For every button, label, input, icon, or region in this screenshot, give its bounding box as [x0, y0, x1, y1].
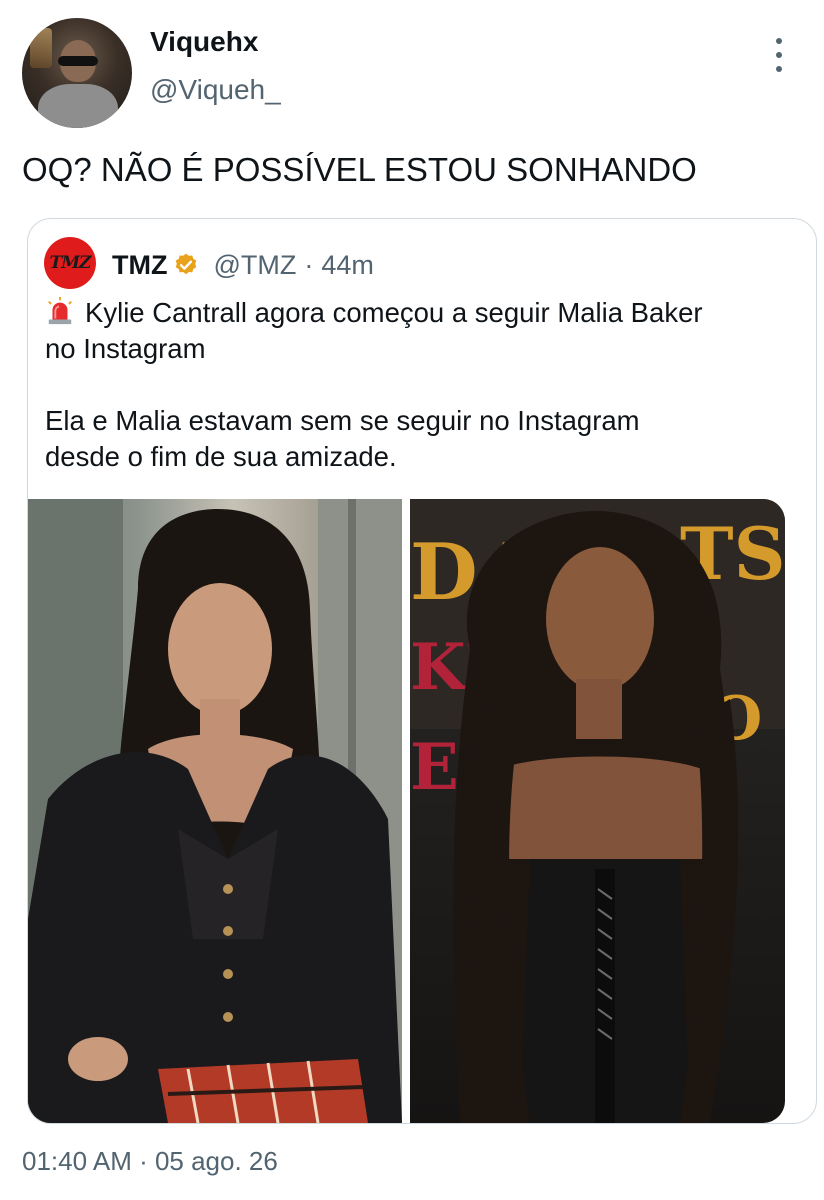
- more-dot: [776, 38, 782, 44]
- photo-right-illustration: DA TS KE E O: [410, 499, 785, 1123]
- quoted-text-line: Kylie Cantrall agora começou a seguir Ma…: [45, 295, 805, 331]
- avatar-body: [38, 84, 118, 128]
- police-siren-icon: [48, 296, 72, 325]
- quoted-media: DA TS KE E O: [28, 499, 785, 1123]
- photo-malia-baker[interactable]: DA TS KE E O: [410, 499, 785, 1123]
- quoted-tweet-text: Kylie Cantrall agora começou a seguir Ma…: [45, 295, 805, 475]
- avatar-glasses: [58, 56, 98, 66]
- avatar-background: [30, 28, 52, 68]
- tweet-timestamp[interactable]: 01:40 AM · 05 ago. 26: [22, 1146, 278, 1177]
- quoted-author-handle[interactable]: @TMZ: [213, 250, 296, 281]
- quoted-author-name[interactable]: TMZ: [112, 250, 167, 281]
- more-vertical-icon[interactable]: [764, 38, 794, 72]
- quoted-text-line-4: desde o fim de sua amizade.: [45, 441, 397, 472]
- photo-left-illustration: [28, 499, 402, 1123]
- header-separator: ·: [304, 249, 314, 280]
- quoted-tweet-header: TMZ @TMZ · 44m: [112, 247, 374, 283]
- user-avatar[interactable]: [22, 18, 132, 128]
- tweet: Viquehx @Viqueh_ OQ? NÃO É POSSÍVEL ESTO…: [0, 0, 824, 1200]
- tweet-text: OQ? NÃO É POSSÍVEL ESTOU SONHANDO: [22, 151, 697, 188]
- author-display-name[interactable]: Viquehx: [150, 26, 258, 58]
- more-dot: [776, 52, 782, 58]
- svg-text:E: E: [410, 730, 459, 805]
- quoted-text-line-2: no Instagram: [45, 333, 206, 364]
- verified-badge-icon: [176, 253, 197, 275]
- quoted-text-line-3: Ela e Malia estavam sem se seguir no Ins…: [45, 405, 640, 436]
- photo-kylie-cantrall[interactable]: [28, 499, 402, 1123]
- author-handle[interactable]: @Viqueh_: [150, 74, 281, 106]
- tmz-logo-text: TMZ: [49, 253, 91, 273]
- quoted-tweet[interactable]: TMZ TMZ @TMZ · 44m Kylie Cantrall agora …: [27, 218, 817, 1124]
- more-dot: [776, 66, 782, 72]
- tmz-logo[interactable]: TMZ: [44, 237, 96, 289]
- quoted-tweet-time[interactable]: 44m: [321, 250, 374, 281]
- quoted-text-line-1: Kylie Cantrall agora começou a seguir Ma…: [85, 297, 703, 328]
